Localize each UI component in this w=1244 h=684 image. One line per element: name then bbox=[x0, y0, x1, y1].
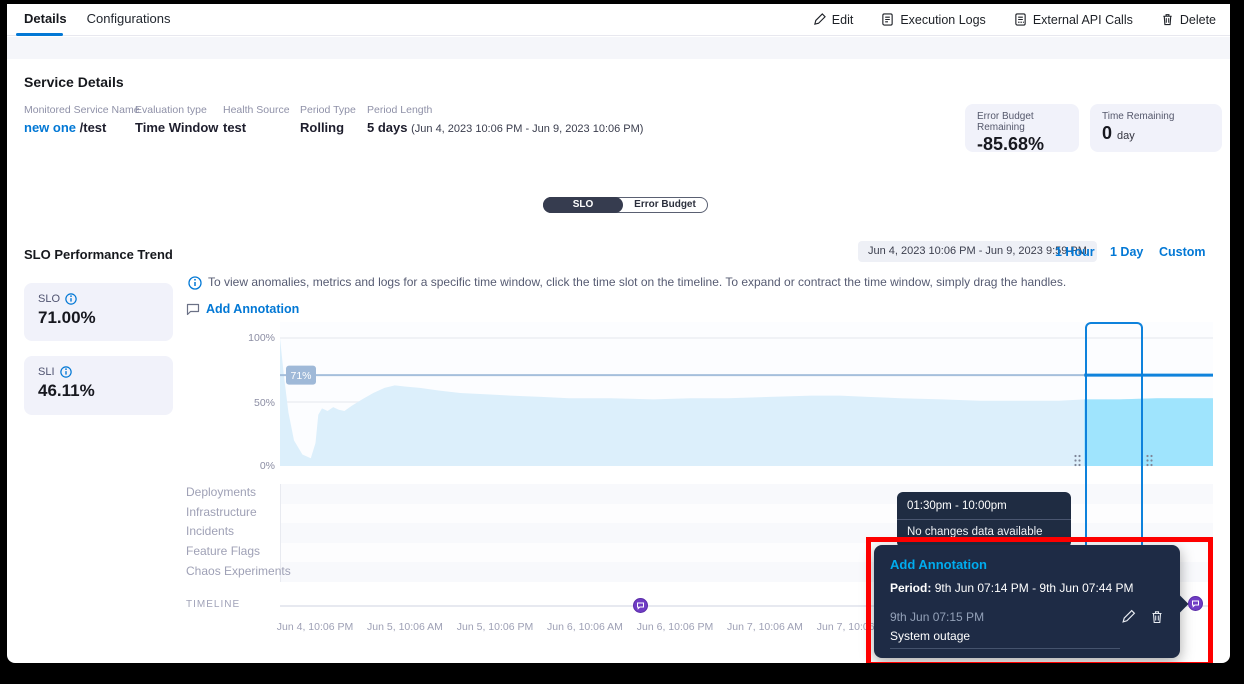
field-period-length: Period Length 5 days (Jun 4, 2023 10:06 … bbox=[367, 104, 643, 135]
range-1-day[interactable]: 1 Day bbox=[1110, 245, 1143, 259]
y-tick-100: 100% bbox=[235, 332, 275, 344]
toggle-slo[interactable]: SLO bbox=[543, 197, 623, 213]
execution-logs-label: Execution Logs bbox=[900, 13, 985, 27]
annotation-popup: Add Annotation Period: 9th Jun 07:14 PM … bbox=[874, 545, 1180, 658]
sli-card: SLI 46.11% bbox=[24, 356, 173, 415]
field-label: Period Type bbox=[300, 104, 356, 116]
popup-entry-text: System outage bbox=[890, 629, 1164, 643]
event-row-label: Deployments bbox=[186, 485, 256, 499]
edit-label: Edit bbox=[832, 13, 854, 27]
popup-divider bbox=[890, 648, 1120, 649]
slo-card: SLO 71.00% bbox=[24, 283, 173, 341]
field-value: Rolling bbox=[300, 120, 356, 135]
slo-trend-chart[interactable]: 71% bbox=[280, 322, 1213, 466]
time-remaining-card: Time Remaining 0 day bbox=[1090, 104, 1222, 152]
event-row-label: Infrastructure bbox=[186, 505, 257, 519]
time-remaining-unit: day bbox=[1117, 130, 1135, 142]
tooltip-divider bbox=[897, 519, 1071, 520]
field-monitored-service: Monitored Service Name new one /test bbox=[24, 104, 140, 135]
add-annotation-link[interactable]: Add Annotation bbox=[186, 302, 299, 316]
info-icon bbox=[188, 276, 202, 290]
timeslot-tooltip: 01:30pm - 10:00pm No changes data availa… bbox=[897, 492, 1071, 548]
error-budget-value: -85.68% bbox=[977, 134, 1067, 155]
timeline-label: TIMELINE bbox=[186, 599, 240, 610]
field-evaluation-type: Evaluation type Time Window bbox=[135, 104, 218, 135]
monitored-service-link[interactable]: new one bbox=[24, 120, 76, 135]
sli-card-label: SLI bbox=[38, 366, 55, 378]
info-banner: To view anomalies, metrics and logs for … bbox=[188, 275, 1198, 290]
execution-logs-button[interactable]: Execution Logs bbox=[881, 13, 985, 27]
field-label: Period Length bbox=[367, 104, 643, 116]
y-tick-0: 0% bbox=[235, 460, 275, 472]
tab-bar: Details Configurations Edit Execution Lo… bbox=[7, 4, 1230, 36]
field-label: Monitored Service Name bbox=[24, 104, 140, 116]
field-label: Evaluation type bbox=[135, 104, 218, 116]
slo-card-value: 71.00% bbox=[38, 308, 159, 328]
trash-icon bbox=[1161, 13, 1174, 26]
app-window: Details Configurations Edit Execution Lo… bbox=[7, 4, 1230, 663]
time-remaining-label: Time Remaining bbox=[1102, 111, 1210, 122]
tab-details[interactable]: Details bbox=[14, 4, 77, 36]
slo-card-label: SLO bbox=[38, 293, 60, 305]
range-1-hour[interactable]: 1 Hour bbox=[1055, 245, 1095, 259]
edit-button[interactable]: Edit bbox=[813, 13, 854, 27]
popup-entry-time: 9th Jun 07:15 PM bbox=[890, 610, 984, 624]
event-row-label: Chaos Experiments bbox=[186, 564, 291, 578]
y-tick-50: 50% bbox=[235, 397, 275, 409]
annotation-marker-active[interactable] bbox=[1188, 596, 1203, 611]
delete-annotation-icon[interactable] bbox=[1150, 610, 1164, 624]
view-toggle: SLO Error Budget bbox=[543, 197, 708, 213]
tab-configurations[interactable]: Configurations bbox=[77, 4, 181, 36]
delete-button[interactable]: Delete bbox=[1161, 13, 1216, 27]
time-remaining-value: 0 bbox=[1102, 123, 1112, 143]
info-icon[interactable] bbox=[60, 366, 72, 378]
document-api-icon bbox=[1014, 13, 1027, 26]
drag-handle-left[interactable] bbox=[1073, 454, 1082, 467]
toggle-error-budget[interactable]: Error Budget bbox=[623, 198, 707, 212]
tooltip-message: No changes data available bbox=[907, 526, 1061, 538]
field-label: Health Source bbox=[223, 104, 290, 116]
info-text: To view anomalies, metrics and logs for … bbox=[208, 275, 1066, 290]
tooltip-time-range: 01:30pm - 10:00pm bbox=[907, 500, 1061, 512]
error-budget-card: Error Budget Remaining -85.68% bbox=[965, 104, 1079, 152]
event-row-label: Feature Flags bbox=[186, 544, 260, 558]
popup-period-label: Period: bbox=[890, 581, 931, 595]
range-custom[interactable]: Custom bbox=[1159, 245, 1206, 259]
svg-text:71%: 71% bbox=[290, 370, 311, 382]
field-period-type: Period Type Rolling bbox=[300, 104, 356, 135]
drag-handle-right[interactable] bbox=[1145, 454, 1154, 467]
event-row[interactable] bbox=[281, 504, 1213, 524]
external-api-calls-button[interactable]: External API Calls bbox=[1014, 13, 1133, 27]
monitored-service-env: /test bbox=[80, 120, 107, 135]
pencil-icon bbox=[813, 13, 826, 26]
event-row-label: Incidents bbox=[186, 524, 234, 538]
speech-bubble-icon bbox=[186, 302, 200, 316]
period-range: (Jun 4, 2023 10:06 PM - Jun 9, 2023 10:0… bbox=[411, 123, 643, 135]
field-value: 5 days bbox=[367, 120, 407, 135]
event-row[interactable] bbox=[281, 523, 1213, 543]
edit-annotation-icon[interactable] bbox=[1121, 609, 1136, 624]
event-row[interactable] bbox=[281, 484, 1213, 504]
annotation-marker[interactable] bbox=[633, 598, 648, 613]
external-api-calls-label: External API Calls bbox=[1033, 13, 1133, 27]
field-value: Time Window bbox=[135, 120, 218, 135]
delete-label: Delete bbox=[1180, 13, 1216, 27]
field-value: test bbox=[223, 120, 290, 135]
info-icon[interactable] bbox=[65, 293, 77, 305]
document-icon bbox=[881, 13, 894, 26]
error-budget-label: Error Budget Remaining bbox=[977, 111, 1067, 133]
sub-header-strip bbox=[7, 37, 1230, 59]
trend-title: SLO Performance Trend bbox=[24, 247, 173, 262]
popup-period-value: 9th Jun 07:14 PM - 9th Jun 07:44 PM bbox=[935, 581, 1134, 595]
toolbar-actions: Edit Execution Logs External API Calls D… bbox=[813, 13, 1216, 27]
sli-card-value: 46.11% bbox=[38, 381, 159, 401]
field-health-source: Health Source test bbox=[223, 104, 290, 135]
service-details-title: Service Details bbox=[24, 74, 124, 90]
popup-add-annotation-link[interactable]: Add Annotation bbox=[890, 557, 1164, 572]
add-annotation-label: Add Annotation bbox=[206, 302, 299, 316]
